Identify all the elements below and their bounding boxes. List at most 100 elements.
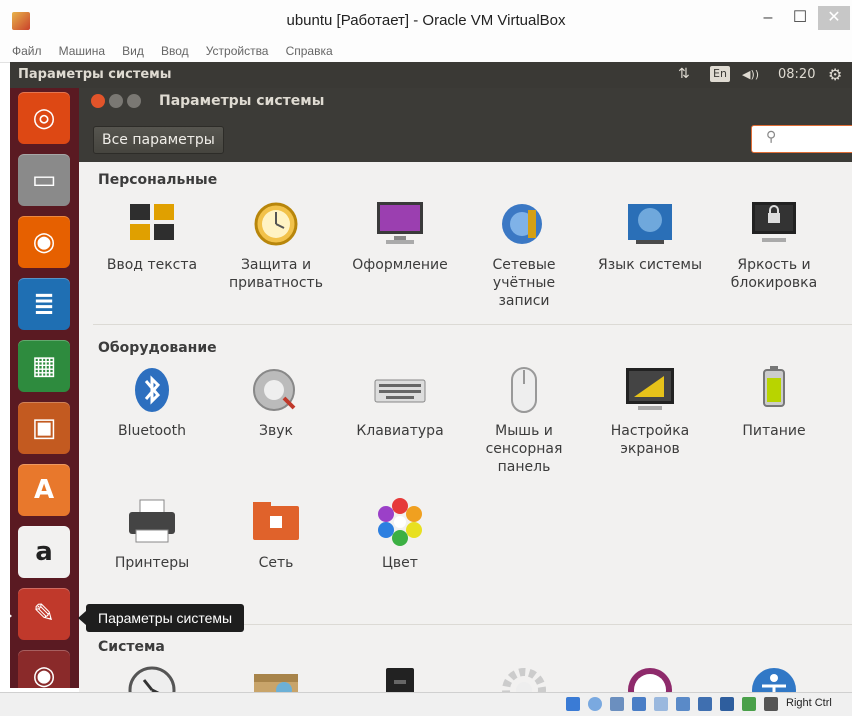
mouse-icon — [498, 364, 550, 416]
window-title: ubuntu [Работает] - Oracle VM VirtualBox — [286, 12, 566, 29]
launcher-item-amazon[interactable]: a — [18, 526, 70, 578]
calc-icon: ▦ — [31, 351, 57, 381]
tile-time-date[interactable] — [97, 664, 207, 692]
displays-icon — [624, 364, 676, 416]
tile-brightness-lock[interactable]: Яркость и блокировка — [719, 198, 829, 292]
minimize-button[interactable]: – — [752, 6, 784, 30]
tile-mouse-touchpad[interactable]: Мышь и сенсорная панель — [469, 364, 579, 476]
tile-color[interactable]: Цвет — [345, 496, 455, 572]
clock-icon — [126, 664, 178, 692]
launcher-item-dvd[interactable]: ◉ — [18, 650, 70, 688]
backup-icon — [250, 664, 302, 692]
optical-drive-icon[interactable] — [588, 697, 602, 711]
network-adapter-icon[interactable] — [632, 697, 646, 711]
network-icon — [250, 496, 302, 548]
gear-icon[interactable]: ⚙ — [828, 65, 842, 84]
shared-folders-icon[interactable] — [676, 697, 690, 711]
printer-icon — [126, 496, 178, 548]
section-divider — [93, 324, 852, 325]
tile-label: Настройка экранов — [610, 423, 690, 457]
launcher-item-system-settings[interactable]: ✎ — [18, 588, 70, 640]
menu-help[interactable]: Справка — [286, 41, 333, 61]
window-maximize-icon[interactable] — [127, 94, 141, 108]
tile-label: Питание — [742, 423, 806, 439]
keyboard-layout-indicator[interactable]: En — [710, 66, 730, 82]
impress-icon: ▣ — [31, 413, 57, 443]
keyboard-text-entry-icon — [126, 198, 178, 250]
virtualbox-status-bar: Right Ctrl — [0, 692, 852, 716]
launcher-tooltip: Параметры системы — [77, 604, 245, 632]
files-icon: ▭ — [31, 165, 57, 195]
virtualization-icon[interactable] — [742, 697, 756, 711]
mouse-integration-icon[interactable] — [764, 697, 778, 711]
tile-bluetooth[interactable]: Bluetooth — [97, 364, 207, 440]
online-accounts-icon — [498, 198, 550, 250]
tile-sound[interactable]: Звук — [221, 364, 331, 440]
tile-privacy[interactable]: Защита и приватность — [221, 198, 331, 292]
software-center-icon: A — [33, 475, 55, 505]
details-icon — [374, 664, 426, 692]
menu-view[interactable]: Вид — [122, 41, 144, 61]
maximize-button[interactable]: ☐ — [784, 6, 816, 30]
tile-language[interactable]: Язык системы — [595, 198, 705, 274]
app-header: Параметры системы Все параметры ⚲ — [79, 88, 852, 162]
tile-displays[interactable]: Настройка экранов — [595, 364, 705, 458]
tile-keyboard[interactable]: Клавиатура — [345, 364, 455, 440]
tile-text-entry[interactable]: Ввод текста — [97, 198, 207, 274]
launcher-item-calc[interactable]: ▦ — [18, 340, 70, 392]
launcher-item-firefox[interactable]: ◉ — [18, 216, 70, 268]
launcher-item-software-center[interactable]: A — [18, 464, 70, 516]
menu-input[interactable]: Ввод — [161, 41, 189, 61]
section-title-system: Система — [98, 639, 165, 655]
launcher-item-impress[interactable]: ▣ — [18, 402, 70, 454]
tile-label: Звук — [259, 423, 293, 439]
app-title: Параметры системы — [159, 93, 325, 109]
menu-devices[interactable]: Устройства — [206, 41, 269, 61]
tile-label: Сетевые учётные записи — [492, 257, 556, 309]
close-button[interactable]: ✕ — [818, 6, 850, 30]
launcher-item-dash[interactable]: ◎ — [18, 92, 70, 144]
window-minimize-icon[interactable] — [109, 94, 123, 108]
tile-label: Bluetooth — [118, 423, 186, 439]
search-input[interactable] — [788, 129, 852, 146]
usb-icon[interactable] — [654, 697, 668, 711]
tile-printers[interactable]: Принтеры — [97, 496, 207, 572]
launcher: ◎ ▭ ◉ ≣ ▦ ▣ A a ✎ ◉ — [10, 88, 79, 688]
tile-label: Защита и приватность — [229, 257, 323, 291]
writer-icon: ≣ — [33, 289, 55, 319]
launcher-item-writer[interactable]: ≣ — [18, 278, 70, 330]
window-close-icon[interactable] — [91, 94, 105, 108]
tile-label: Язык системы — [597, 257, 702, 273]
search-field[interactable]: ⚲ — [751, 125, 852, 153]
volume-icon[interactable]: ◀)) — [742, 68, 759, 81]
section-title-personal: Персональные — [98, 172, 218, 188]
power-icon — [748, 364, 800, 416]
clock[interactable]: 08:20 — [778, 67, 815, 82]
tile-label: Мышь и сенсорная панель — [485, 423, 563, 475]
tile-network[interactable]: Сеть — [221, 496, 331, 572]
language-icon — [624, 198, 676, 250]
network-icon[interactable]: ⇅ — [678, 66, 690, 82]
video-capture-icon[interactable] — [720, 697, 734, 711]
tile-online-accounts[interactable]: Сетевые учётные записи — [469, 198, 579, 310]
menu-file[interactable]: Файл — [12, 41, 42, 61]
display-icon[interactable] — [698, 697, 712, 711]
tile-details[interactable] — [345, 664, 455, 692]
tile-backups[interactable] — [221, 664, 331, 692]
tile-label: Ввод текста — [106, 257, 198, 273]
all-settings-button[interactable]: Все параметры — [93, 126, 224, 154]
panel-title: Параметры системы — [18, 67, 172, 82]
search-icon: ⚲ — [766, 129, 777, 145]
tile-software-updates[interactable] — [469, 664, 579, 692]
audio-icon[interactable] — [610, 697, 624, 711]
dvd-icon: ◉ — [32, 661, 56, 688]
tile-power[interactable]: Питание — [719, 364, 829, 440]
tile-appearance[interactable]: Оформление — [345, 198, 455, 274]
menu-machine[interactable]: Машина — [59, 41, 105, 61]
launcher-item-files[interactable]: ▭ — [18, 154, 70, 206]
tile-universal-access[interactable] — [719, 664, 829, 692]
gear-icon — [498, 664, 550, 692]
harddisk-icon[interactable] — [566, 697, 580, 711]
tile-user-accounts[interactable] — [595, 664, 705, 692]
privacy-icon — [250, 198, 302, 250]
